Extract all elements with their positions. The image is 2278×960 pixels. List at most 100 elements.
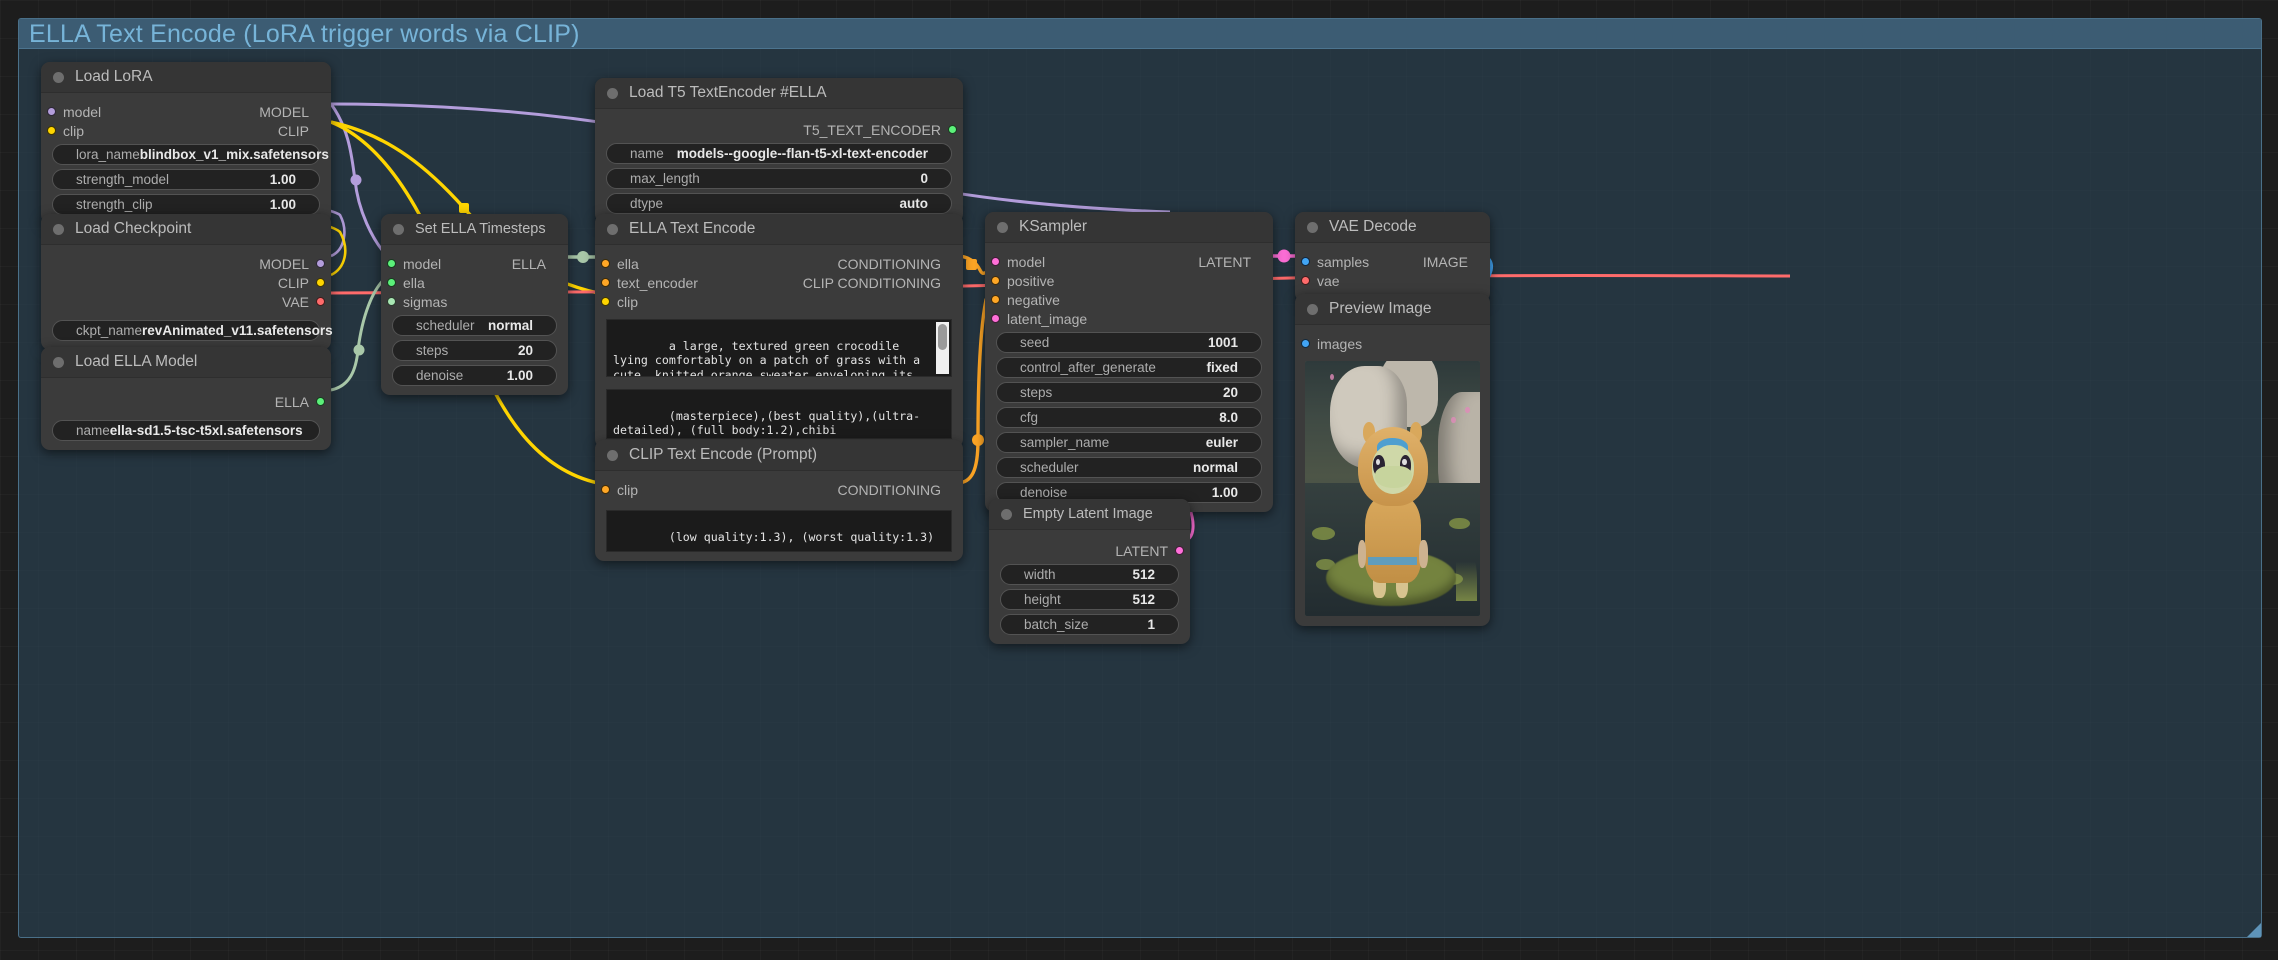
node-title-bar[interactable]: ELLA Text Encode	[595, 214, 963, 245]
collapse-icon[interactable]	[607, 223, 618, 235]
slot-pin[interactable]	[991, 276, 1000, 285]
widget-scheduler[interactable]: scheduler normal	[392, 315, 557, 336]
widget-ckpt-name[interactable]: ckpt_name revAnimated_v11.safetensors	[52, 320, 333, 341]
input-slot-ella[interactable]: ella CONDITIONING	[595, 254, 963, 273]
scrollbar-thumb[interactable]	[938, 324, 947, 350]
input-slot-latent-image[interactable]: latent_image	[985, 309, 1273, 328]
slot-pin[interactable]	[991, 314, 1000, 323]
widget-steps[interactable]: steps 20	[392, 340, 557, 361]
node-title-bar[interactable]: Load T5 TextEncoder #ELLA	[595, 78, 963, 109]
slot-pin[interactable]	[1301, 339, 1310, 348]
node-ella-text-encode[interactable]: ELLA Text Encode ella CONDITIONING text_…	[595, 214, 963, 448]
node-vae-decode[interactable]: VAE Decode samples IMAGE vae	[1295, 212, 1490, 302]
collapse-icon[interactable]	[53, 356, 64, 368]
node-load-t5-textencoder[interactable]: Load T5 TextEncoder #ELLA T5_TEXT_ENCODE…	[595, 78, 963, 223]
node-load-checkpoint[interactable]: Load Checkpoint MODEL CLIP VAE ckpt_name…	[41, 214, 333, 350]
slot-pin-out-conditioning[interactable]	[601, 485, 610, 494]
widget-denoise[interactable]: denoise 1.00	[392, 365, 557, 386]
collapse-icon[interactable]	[1001, 508, 1012, 520]
output-slot-clip[interactable]: CLIP	[41, 273, 331, 292]
input-slot-model[interactable]: model ELLA	[381, 254, 568, 273]
output-slot-ella[interactable]: ELLA	[41, 392, 331, 411]
node-title-bar[interactable]: Empty Latent Image	[989, 499, 1190, 530]
input-slot-images[interactable]: images	[1295, 334, 1490, 353]
slot-pin-out-clip[interactable]	[47, 126, 56, 135]
widget-scheduler[interactable]: scheduler normal	[996, 457, 1262, 478]
input-slot-model[interactable]: model MODEL	[41, 102, 331, 121]
slot-pin[interactable]	[1301, 276, 1310, 285]
input-slot-clip[interactable]: clip	[595, 292, 963, 311]
node-title-bar[interactable]: Load LoRA	[41, 62, 331, 93]
slot-pin[interactable]	[601, 297, 610, 306]
slot-pin-out-conditioning[interactable]	[601, 259, 610, 268]
slot-pin[interactable]	[316, 397, 325, 406]
slot-pin[interactable]	[991, 295, 1000, 304]
widget-ella-name[interactable]: name ella-sd1.5-tsc-t5xl.safetensors	[52, 420, 320, 441]
node-title-bar[interactable]: Load ELLA Model	[41, 347, 331, 378]
collapse-icon[interactable]	[1307, 303, 1318, 315]
collapse-icon[interactable]	[53, 71, 64, 83]
slot-pin-out-model[interactable]	[47, 107, 56, 116]
widget-batch-size[interactable]: batch_size 1	[1000, 614, 1179, 635]
node-title-bar[interactable]: Preview Image	[1295, 294, 1490, 325]
widget-steps[interactable]: steps 20	[996, 382, 1262, 403]
input-slot-ella[interactable]: ella	[381, 273, 568, 292]
textarea-ella-prompt[interactable]: a large, textured green crocodile lying …	[606, 319, 952, 377]
collapse-icon[interactable]	[997, 221, 1008, 233]
slot-pin-out-clip-conditioning[interactable]	[601, 278, 610, 287]
slot-pin[interactable]	[387, 278, 396, 287]
input-slot-negative[interactable]: negative	[985, 290, 1273, 309]
node-title-bar[interactable]: Load Checkpoint	[41, 214, 331, 245]
widget-sampler-name[interactable]: sampler_name euler	[996, 432, 1262, 453]
input-slot-positive[interactable]: positive	[985, 271, 1273, 290]
textarea-ella-trigger-words[interactable]: (masterpiece),(best quality),(ultra-deta…	[606, 389, 952, 439]
node-preview-image[interactable]: Preview Image images	[1295, 294, 1490, 626]
input-slot-sigmas[interactable]: sigmas	[381, 292, 568, 311]
node-empty-latent-image[interactable]: Empty Latent Image LATENT width 512 heig…	[989, 499, 1190, 644]
widget-control-after-generate[interactable]: control_after_generate fixed	[996, 357, 1262, 378]
input-slot-clip[interactable]: clip CONDITIONING	[595, 480, 963, 499]
node-ksampler[interactable]: KSampler model LATENT positive negative …	[985, 212, 1273, 512]
collapse-icon[interactable]	[607, 449, 618, 461]
input-slot-clip[interactable]: clip CLIP	[41, 121, 331, 140]
input-slot-model[interactable]: model LATENT	[985, 252, 1273, 271]
input-slot-vae[interactable]: vae	[1295, 271, 1490, 290]
node-title-bar[interactable]: CLIP Text Encode (Prompt)	[595, 440, 963, 471]
slot-pin-out-latent[interactable]	[991, 257, 1000, 266]
widget-lora-name[interactable]: lora_name blindbox_v1_mix.safetensors	[52, 144, 329, 165]
node-title-bar[interactable]: Set ELLA Timesteps	[381, 214, 568, 245]
widget-height[interactable]: height 512	[1000, 589, 1179, 610]
group-title-bar[interactable]: ELLA Text Encode (LoRA trigger words via…	[19, 19, 2261, 49]
slot-pin[interactable]	[316, 278, 325, 287]
slot-pin[interactable]	[316, 297, 325, 306]
collapse-icon[interactable]	[53, 223, 64, 235]
scrollbar[interactable]	[936, 322, 949, 374]
slot-pin[interactable]	[1175, 546, 1184, 555]
widget-seed[interactable]: seed 1001	[996, 332, 1262, 353]
slot-pin[interactable]	[316, 259, 325, 268]
workflow-canvas[interactable]: ELLA Text Encode (LoRA trigger words via…	[0, 0, 2278, 960]
output-slot-t5-text-encoder[interactable]: T5_TEXT_ENCODER	[595, 120, 963, 139]
widget-dtype[interactable]: dtype auto	[606, 193, 952, 214]
node-clip-text-encode[interactable]: CLIP Text Encode (Prompt) clip CONDITION…	[595, 440, 963, 561]
input-slot-text-encoder[interactable]: text_encoder CLIP CONDITIONING	[595, 273, 963, 292]
widget-cfg[interactable]: cfg 8.0	[996, 407, 1262, 428]
textarea-negative-prompt[interactable]: (low quality:1.3), (worst quality:1.3)	[606, 510, 952, 552]
slot-pin[interactable]	[387, 297, 396, 306]
node-title-bar[interactable]: VAE Decode	[1295, 212, 1490, 243]
image-preview[interactable]	[1305, 361, 1480, 616]
node-load-lora[interactable]: Load LoRA model MODEL clip CLIP lora_nam…	[41, 62, 331, 224]
widget-width[interactable]: width 512	[1000, 564, 1179, 585]
output-slot-latent[interactable]: LATENT	[989, 541, 1190, 560]
node-load-ella-model[interactable]: Load ELLA Model ELLA name ella-sd1.5-tsc…	[41, 347, 331, 450]
output-slot-model[interactable]: MODEL	[41, 254, 331, 273]
collapse-icon[interactable]	[1307, 221, 1318, 233]
slot-pin-out-image[interactable]	[1301, 257, 1310, 266]
slot-pin-out-ella[interactable]	[387, 259, 396, 268]
widget-strength-clip[interactable]: strength_clip 1.00	[52, 194, 320, 215]
collapse-icon[interactable]	[607, 87, 618, 99]
node-set-ella-timesteps[interactable]: Set ELLA Timesteps model ELLA ella sigma…	[381, 214, 568, 395]
node-title-bar[interactable]: KSampler	[985, 212, 1273, 243]
output-slot-vae[interactable]: VAE	[41, 292, 331, 311]
widget-max-length[interactable]: max_length 0	[606, 168, 952, 189]
